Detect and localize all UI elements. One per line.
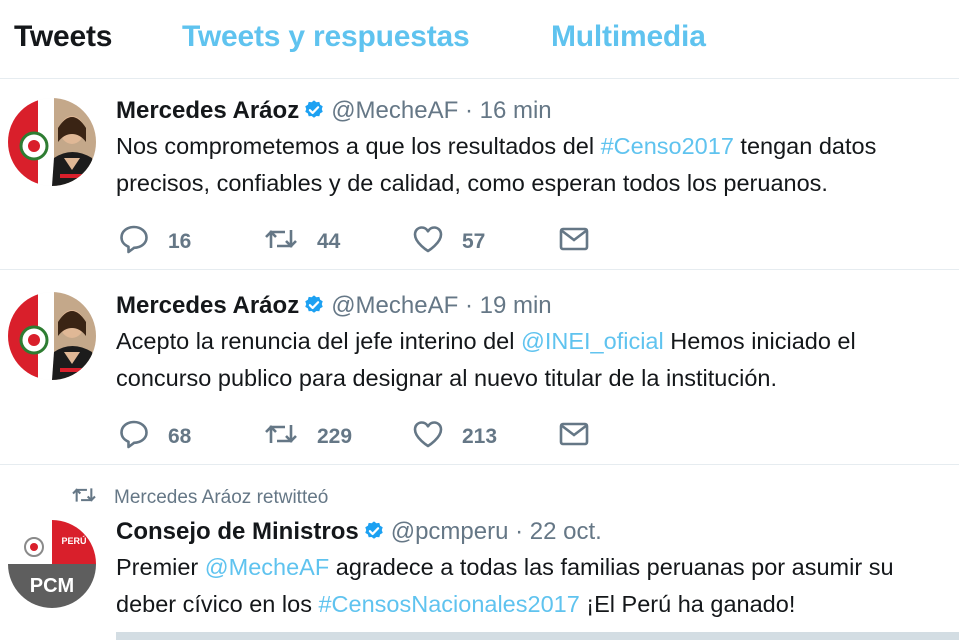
tweet-actions: 16 44 57 bbox=[118, 224, 818, 254]
tweet-timestamp[interactable]: 22 oct. bbox=[530, 518, 602, 545]
reply-icon bbox=[118, 224, 150, 259]
tweet-item[interactable]: Mercedes Aráoz @MecheAF · 16 min Nos comp… bbox=[0, 79, 959, 270]
tweet-text: Nos comprometemos a que los resultados d… bbox=[116, 128, 946, 202]
author-name[interactable]: Mercedes Aráoz bbox=[116, 292, 299, 319]
heart-icon bbox=[412, 224, 444, 259]
hashtag-link[interactable]: #Censo2017 bbox=[601, 133, 734, 159]
tweet-actions: 68 229 213 bbox=[118, 419, 818, 449]
reply-icon bbox=[118, 419, 150, 454]
reply-button[interactable]: 68 bbox=[118, 419, 191, 454]
tweet-text: Premier @MecheAF agradece a todas las fa… bbox=[116, 549, 946, 623]
verified-badge-icon bbox=[303, 99, 325, 129]
text-segment: ¡El Perú ha ganado! bbox=[579, 591, 796, 617]
tab-tweets[interactable]: Tweets bbox=[14, 20, 112, 54]
text-segment: Acepto la renuncia del jefe interino del bbox=[116, 328, 521, 354]
heart-icon bbox=[412, 419, 444, 454]
media-preview-edge[interactable] bbox=[116, 632, 959, 640]
avatar[interactable] bbox=[8, 98, 96, 186]
reply-button[interactable]: 16 bbox=[118, 224, 191, 259]
tweet-timestamp[interactable]: 19 min bbox=[480, 292, 552, 319]
tweet-header: Mercedes Aráoz @MecheAF · 16 min bbox=[116, 96, 552, 129]
avatar[interactable] bbox=[8, 292, 96, 380]
retweet-button[interactable]: 229 bbox=[263, 419, 352, 454]
retweet-count: 229 bbox=[317, 424, 353, 448]
like-count: 57 bbox=[462, 229, 486, 253]
envelope-icon bbox=[558, 224, 590, 259]
author-handle[interactable]: @pcmperu bbox=[391, 518, 509, 545]
hashtag-link[interactable]: #CensosNacionales2017 bbox=[318, 591, 579, 617]
separator-dot: · bbox=[515, 518, 524, 545]
reply-count: 16 bbox=[168, 229, 192, 253]
avatar-label: PCM bbox=[30, 575, 74, 597]
like-button[interactable]: 57 bbox=[412, 224, 485, 259]
tweet-item[interactable]: Mercedes Aráoz @MecheAF · 19 min Acepto l… bbox=[0, 270, 959, 465]
like-count: 213 bbox=[462, 424, 498, 448]
author-handle[interactable]: @MecheAF bbox=[331, 292, 458, 319]
direct-message-button[interactable] bbox=[558, 419, 590, 454]
author-handle[interactable]: @MecheAF bbox=[331, 97, 458, 124]
like-button[interactable]: 213 bbox=[412, 419, 497, 454]
profile-tabs: Tweets Tweets y respuestas Multimedia bbox=[0, 0, 959, 79]
text-segment: Premier bbox=[116, 554, 205, 580]
author-name[interactable]: Mercedes Aráoz bbox=[116, 97, 299, 124]
avatar[interactable]: PERÚ PCM bbox=[8, 520, 96, 608]
tweet-header: Consejo de Ministros @pcmperu · 22 oct. bbox=[116, 517, 602, 550]
tab-tweets-and-replies[interactable]: Tweets y respuestas bbox=[182, 20, 470, 54]
mention-link[interactable]: @MecheAF bbox=[205, 554, 329, 580]
direct-message-button[interactable] bbox=[558, 224, 590, 259]
retweet-button[interactable]: 44 bbox=[263, 224, 340, 259]
tweet-header: Mercedes Aráoz @MecheAF · 19 min bbox=[116, 291, 552, 324]
reply-count: 68 bbox=[168, 424, 192, 448]
retweet-count: 44 bbox=[317, 229, 341, 253]
author-name[interactable]: Consejo de Ministros bbox=[116, 518, 359, 545]
verified-badge-icon bbox=[363, 520, 385, 550]
tweet-timestamp[interactable]: 16 min bbox=[480, 97, 552, 124]
tweet-text: Acepto la renuncia del jefe interino del… bbox=[116, 323, 946, 397]
text-segment: Nos comprometemos a que los resultados d… bbox=[116, 133, 601, 159]
retweet-icon bbox=[263, 224, 299, 259]
verified-badge-icon bbox=[303, 294, 325, 324]
tweet-item[interactable]: PERÚ PCM Consejo de Ministros @pcmperu · … bbox=[0, 465, 959, 640]
mention-link[interactable]: @INEI_oficial bbox=[521, 328, 664, 354]
avatar-flag-label: PERÚ bbox=[61, 535, 86, 546]
separator-dot: · bbox=[464, 292, 473, 319]
envelope-icon bbox=[558, 419, 590, 454]
separator-dot: · bbox=[464, 97, 473, 124]
retweet-icon bbox=[263, 419, 299, 454]
tab-media[interactable]: Multimedia bbox=[551, 20, 706, 54]
